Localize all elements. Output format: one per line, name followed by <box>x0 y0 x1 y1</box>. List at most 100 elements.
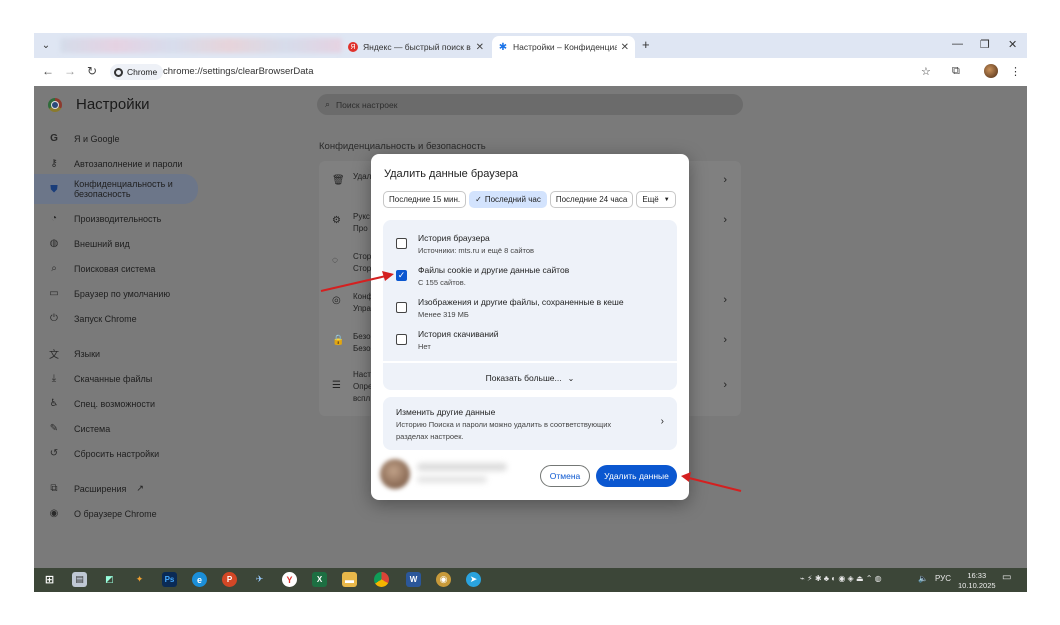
notification-icon[interactable]: ▭ <box>1002 572 1011 583</box>
chevron-right-icon: › <box>723 174 727 186</box>
sidebar-item-performance[interactable]: ◔ Производительность <box>34 206 198 231</box>
cancel-button[interactable]: Отмена <box>540 465 590 487</box>
chevron-right-icon: › <box>723 214 727 226</box>
guide-icon: ⚙ <box>332 215 341 226</box>
extensions-puzzle-icon[interactable]: ⧉ <box>952 65 960 78</box>
sidebar-item-system[interactable]: ✎ Система <box>34 416 198 441</box>
windows-start-icon[interactable]: ⊞ <box>42 572 57 587</box>
delete-data-button[interactable]: Удалить данные <box>596 465 677 487</box>
tab-settings[interactable]: ✱ Настройки – Конфиденциальн... ✕ <box>492 36 635 58</box>
sidebar-item-accessibility[interactable]: ♿ Спец. возможности <box>34 391 198 416</box>
telegram-icon[interactable]: ➤ <box>466 572 481 587</box>
account-email-blurred <box>417 476 487 483</box>
show-more-button[interactable]: Показать больше... ⌄ <box>383 366 677 390</box>
app-icon[interactable]: ◩ <box>102 572 117 587</box>
notepad-icon[interactable]: ▤ <box>72 572 87 587</box>
sidebar-item-languages[interactable]: 文 Языки <box>34 341 198 366</box>
sidebar-item-privacy[interactable]: ⛊ Конфиденциальность и безопасность <box>34 174 198 204</box>
sidebar-item-search-engine[interactable]: ⌕ Поисковая система <box>34 256 198 281</box>
checkbox-checked[interactable]: ✓ <box>396 270 407 281</box>
time-range-15min[interactable]: Последние 15 мин. <box>383 191 467 208</box>
word-icon[interactable]: W <box>406 572 421 587</box>
minimize-icon[interactable]: — <box>952 38 963 50</box>
powerpoint-icon[interactable]: P <box>222 572 237 587</box>
profile-avatar[interactable] <box>984 64 998 78</box>
bookmark-star-icon[interactable]: ☆ <box>921 65 931 78</box>
chevron-right-icon: › <box>723 334 727 346</box>
address-bar[interactable]: chrome://settings/clearBrowserData <box>163 66 313 77</box>
checkbox[interactable] <box>396 302 407 313</box>
option-cookies[interactable]: ✓ Файлы cookie и другие данные сайтов С … <box>383 259 677 291</box>
chrome-icon: ◉ <box>49 508 59 519</box>
checkbox[interactable] <box>396 238 407 249</box>
sidebar-item-label: Я и Google <box>74 133 120 144</box>
new-tab-icon[interactable]: + <box>642 37 650 52</box>
account-name-blurred <box>417 463 507 471</box>
chevron-right-icon: › <box>660 416 664 427</box>
puzzle-icon: ⧉ <box>50 483 58 494</box>
tab-search-chevron-icon[interactable]: ⌄ <box>38 37 54 53</box>
menu-kebab-icon[interactable]: ⋮ <box>1010 65 1021 78</box>
sidebar-item-label: Производительность <box>74 213 162 224</box>
clock[interactable]: 16:33 10.10.2025 <box>958 571 996 591</box>
close-tab-icon[interactable]: ✕ <box>621 42 629 53</box>
chrome-taskbar-icon[interactable] <box>374 572 389 587</box>
close-tab-icon[interactable]: ✕ <box>476 42 484 53</box>
option-subtitle: С 155 сайтов. <box>418 278 466 287</box>
sidebar-item-reset[interactable]: ↺ Сбросить настройки <box>34 441 198 466</box>
sidebar-item-about[interactable]: ◉ О браузере Chrome <box>34 501 198 526</box>
excel-icon[interactable]: X <box>312 572 327 587</box>
checkbox[interactable] <box>396 334 407 345</box>
restore-icon[interactable]: ❐ <box>980 38 990 51</box>
sidebar-item-autofill[interactable]: ⚷ Автозаполнение и пароли <box>34 151 198 176</box>
app-icon[interactable]: ◉ <box>436 572 451 587</box>
file-explorer-icon[interactable]: ▬ <box>342 572 357 587</box>
sidebar-item-label: Расширения <box>74 483 127 494</box>
volume-icon[interactable]: 🔈 <box>918 574 928 583</box>
time-range-24h[interactable]: Последние 24 часа <box>549 191 634 208</box>
back-icon[interactable]: ← <box>42 64 54 78</box>
trash-icon: 🗑 <box>332 175 345 186</box>
sidebar-item-google[interactable]: G Я и Google <box>34 126 198 151</box>
yandex-browser-icon[interactable]: Y <box>282 572 297 587</box>
option-subtitle: Нет <box>418 342 431 351</box>
sidebar-item-extensions[interactable]: ⧉ Расширения ↗ <box>34 476 198 501</box>
tab-yandex[interactable]: Я Яндекс — быстрый поиск в и... ✕ <box>342 36 490 58</box>
edge-icon[interactable]: e <box>192 572 207 587</box>
option-cache[interactable]: Изображения и другие файлы, сохраненные … <box>383 291 677 323</box>
clear-data-dialog: Удалить данные браузера Последние 15 мин… <box>371 154 689 500</box>
time-range-more-dropdown[interactable]: Ещё ▼ <box>636 191 676 208</box>
reload-icon[interactable]: ↻ <box>87 64 97 78</box>
time-range-chips: Последние 15 мин. Последний час Последни… <box>383 191 679 208</box>
chip-label: Chrome <box>127 67 158 77</box>
tray-icons[interactable]: ⌁ ⚡ ✱ ♣ ◐ ◉ ◈ ⏏ ⌃ ◍ <box>800 574 882 583</box>
option-title: Изображения и другие файлы, сохраненные … <box>418 297 624 307</box>
screen: ⌄ Я Яндекс — быстрый поиск в и... ✕ ✱ На… <box>34 33 1027 592</box>
taskbar: ⊞ ▤ ◩ ✦ Ps e P ✈ Y X ▬ W ◉ ➤ ⌁ ⚡ ✱ ♣ ◐ ◉… <box>34 568 1027 592</box>
reset-icon: ↺ <box>49 448 59 459</box>
language-indicator[interactable]: РУС <box>935 574 951 583</box>
power-icon: ⏻ <box>50 313 58 324</box>
option-subtitle: Менее 319 МБ <box>418 310 469 319</box>
sidebar-item-downloads[interactable]: ⤓ Скачанные файлы <box>34 366 198 391</box>
app-icon[interactable]: ✦ <box>132 572 147 587</box>
settings-search[interactable]: ⌕ Поиск настроек <box>317 94 743 115</box>
option-history[interactable]: История браузера Источники: mts.ru и ещё… <box>383 227 677 259</box>
sidebar-item-label: Внешний вид <box>74 238 130 249</box>
search-icon: ⌕ <box>51 263 57 274</box>
sidebar-item-label: Конфиденциальность и безопасность <box>74 179 173 199</box>
card-row-text: Рукс Про <box>353 212 370 233</box>
change-other-data[interactable]: Изменить другие данные Историю Поиска и … <box>383 397 677 450</box>
close-window-icon[interactable]: ✕ <box>1008 38 1017 51</box>
option-downloads[interactable]: История скачиваний Нет <box>383 323 677 355</box>
site-info-chip[interactable]: Chrome <box>110 64 164 80</box>
forward-icon[interactable]: → <box>64 64 76 78</box>
photoshop-icon[interactable]: Ps <box>162 572 177 587</box>
app-icon[interactable]: ✈ <box>252 572 267 587</box>
sidebar-item-startup[interactable]: ⏻ Запуск Chrome <box>34 306 198 331</box>
account-avatar <box>380 459 410 489</box>
sidebar-item-appearance[interactable]: ◍ Внешний вид <box>34 231 198 256</box>
sidebar-item-default-browser[interactable]: ▭ Браузер по умолчанию <box>34 281 198 306</box>
blurred-tabs <box>60 38 342 53</box>
time-range-hour[interactable]: Последний час <box>469 191 547 208</box>
